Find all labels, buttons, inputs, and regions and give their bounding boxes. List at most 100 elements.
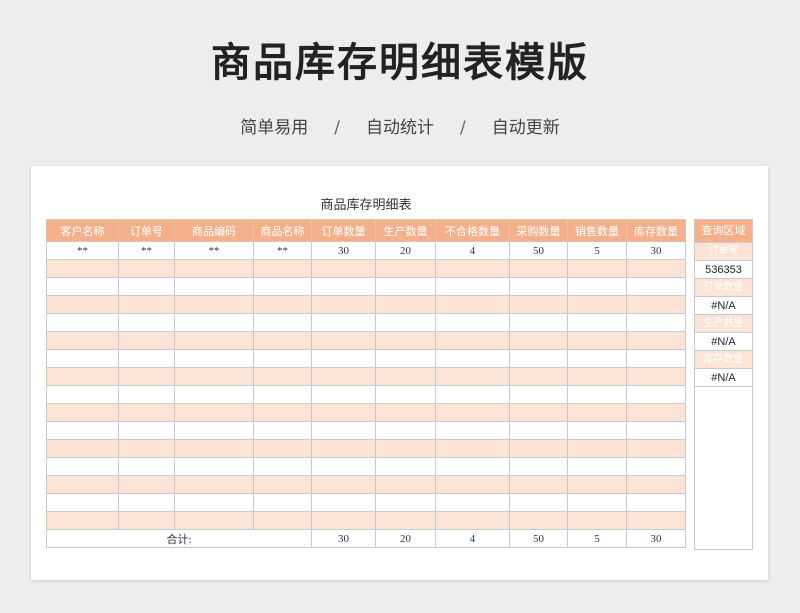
table-cell[interactable] bbox=[118, 439, 175, 458]
table-cell[interactable] bbox=[311, 277, 376, 296]
table-cell[interactable] bbox=[311, 457, 376, 476]
table-cell[interactable] bbox=[253, 493, 312, 512]
table-cell[interactable] bbox=[509, 511, 568, 530]
table-cell[interactable] bbox=[118, 367, 175, 386]
table-cell[interactable] bbox=[509, 475, 568, 494]
table-cell[interactable] bbox=[311, 349, 376, 368]
table-cell[interactable] bbox=[253, 385, 312, 404]
table-cell[interactable]: 4 bbox=[435, 241, 510, 260]
table-cell[interactable] bbox=[509, 259, 568, 278]
table-cell[interactable] bbox=[375, 331, 436, 350]
table-cell[interactable]: ** bbox=[118, 241, 175, 260]
table-cell[interactable]: 5 bbox=[567, 241, 627, 260]
table-cell[interactable] bbox=[435, 493, 510, 512]
table-cell[interactable] bbox=[626, 349, 686, 368]
table-cell[interactable] bbox=[46, 277, 119, 296]
table-cell[interactable] bbox=[567, 493, 627, 512]
table-cell[interactable] bbox=[626, 403, 686, 422]
table-cell[interactable] bbox=[46, 439, 119, 458]
table-cell[interactable] bbox=[118, 493, 175, 512]
table-cell[interactable]: ** bbox=[46, 241, 119, 260]
table-cell[interactable] bbox=[435, 277, 510, 296]
table-cell[interactable] bbox=[174, 493, 254, 512]
table-cell[interactable] bbox=[567, 385, 627, 404]
table-cell[interactable] bbox=[375, 295, 436, 314]
table-cell[interactable] bbox=[626, 259, 686, 278]
table-cell[interactable] bbox=[435, 349, 510, 368]
table-cell[interactable] bbox=[46, 511, 119, 530]
table-cell[interactable] bbox=[174, 421, 254, 440]
table-cell[interactable] bbox=[311, 511, 376, 530]
table-cell[interactable] bbox=[46, 403, 119, 422]
table-cell[interactable] bbox=[509, 403, 568, 422]
table-cell[interactable] bbox=[375, 439, 436, 458]
table-cell[interactable] bbox=[46, 295, 119, 314]
table-cell[interactable] bbox=[375, 385, 436, 404]
table-cell[interactable] bbox=[253, 511, 312, 530]
table-cell[interactable] bbox=[46, 475, 119, 494]
table-cell[interactable] bbox=[567, 259, 627, 278]
table-cell[interactable] bbox=[311, 313, 376, 332]
table-cell[interactable] bbox=[311, 367, 376, 386]
table-cell[interactable] bbox=[509, 277, 568, 296]
table-cell[interactable] bbox=[567, 331, 627, 350]
table-cell[interactable]: 30 bbox=[626, 241, 686, 260]
table-cell[interactable]: 30 bbox=[311, 241, 376, 260]
table-cell[interactable] bbox=[174, 313, 254, 332]
table-cell[interactable] bbox=[567, 421, 627, 440]
table-cell[interactable] bbox=[118, 421, 175, 440]
table-cell[interactable] bbox=[567, 439, 627, 458]
table-cell[interactable] bbox=[567, 367, 627, 386]
table-cell[interactable] bbox=[118, 295, 175, 314]
table-cell[interactable] bbox=[509, 313, 568, 332]
table-cell[interactable] bbox=[118, 277, 175, 296]
table-cell[interactable] bbox=[253, 259, 312, 278]
table-cell[interactable] bbox=[118, 511, 175, 530]
table-cell[interactable] bbox=[118, 313, 175, 332]
table-cell[interactable] bbox=[509, 421, 568, 440]
table-cell[interactable] bbox=[253, 331, 312, 350]
table-cell[interactable] bbox=[435, 259, 510, 278]
table-cell[interactable] bbox=[174, 475, 254, 494]
table-cell[interactable] bbox=[46, 493, 119, 512]
table-cell[interactable]: ** bbox=[253, 241, 312, 260]
table-cell[interactable] bbox=[626, 313, 686, 332]
table-cell[interactable] bbox=[118, 331, 175, 350]
table-cell[interactable] bbox=[174, 367, 254, 386]
table-cell[interactable] bbox=[46, 259, 119, 278]
table-cell[interactable] bbox=[626, 385, 686, 404]
table-cell[interactable] bbox=[174, 511, 254, 530]
table-cell[interactable] bbox=[509, 295, 568, 314]
table-cell[interactable] bbox=[626, 439, 686, 458]
table-cell[interactable] bbox=[311, 295, 376, 314]
table-cell[interactable] bbox=[311, 493, 376, 512]
table-cell[interactable] bbox=[118, 349, 175, 368]
table-cell[interactable] bbox=[435, 475, 510, 494]
table-cell[interactable] bbox=[435, 421, 510, 440]
table-cell[interactable] bbox=[435, 439, 510, 458]
table-cell[interactable] bbox=[253, 349, 312, 368]
table-cell[interactable] bbox=[253, 421, 312, 440]
table-cell[interactable] bbox=[375, 259, 436, 278]
table-cell[interactable] bbox=[567, 403, 627, 422]
table-cell[interactable] bbox=[626, 331, 686, 350]
table-cell[interactable] bbox=[311, 439, 376, 458]
table-cell[interactable] bbox=[567, 349, 627, 368]
table-cell[interactable] bbox=[626, 475, 686, 494]
table-cell[interactable] bbox=[46, 385, 119, 404]
table-cell[interactable] bbox=[509, 439, 568, 458]
table-cell[interactable] bbox=[174, 385, 254, 404]
table-cell[interactable] bbox=[509, 385, 568, 404]
table-cell[interactable] bbox=[626, 295, 686, 314]
table-cell[interactable] bbox=[375, 421, 436, 440]
table-cell[interactable] bbox=[375, 511, 436, 530]
table-cell[interactable] bbox=[174, 295, 254, 314]
table-cell[interactable] bbox=[509, 331, 568, 350]
table-cell[interactable] bbox=[567, 475, 627, 494]
table-cell[interactable] bbox=[435, 511, 510, 530]
table-cell[interactable] bbox=[435, 313, 510, 332]
query-value[interactable]: #N/A bbox=[695, 332, 752, 350]
table-cell[interactable] bbox=[253, 277, 312, 296]
table-cell[interactable] bbox=[626, 511, 686, 530]
table-cell[interactable] bbox=[435, 367, 510, 386]
